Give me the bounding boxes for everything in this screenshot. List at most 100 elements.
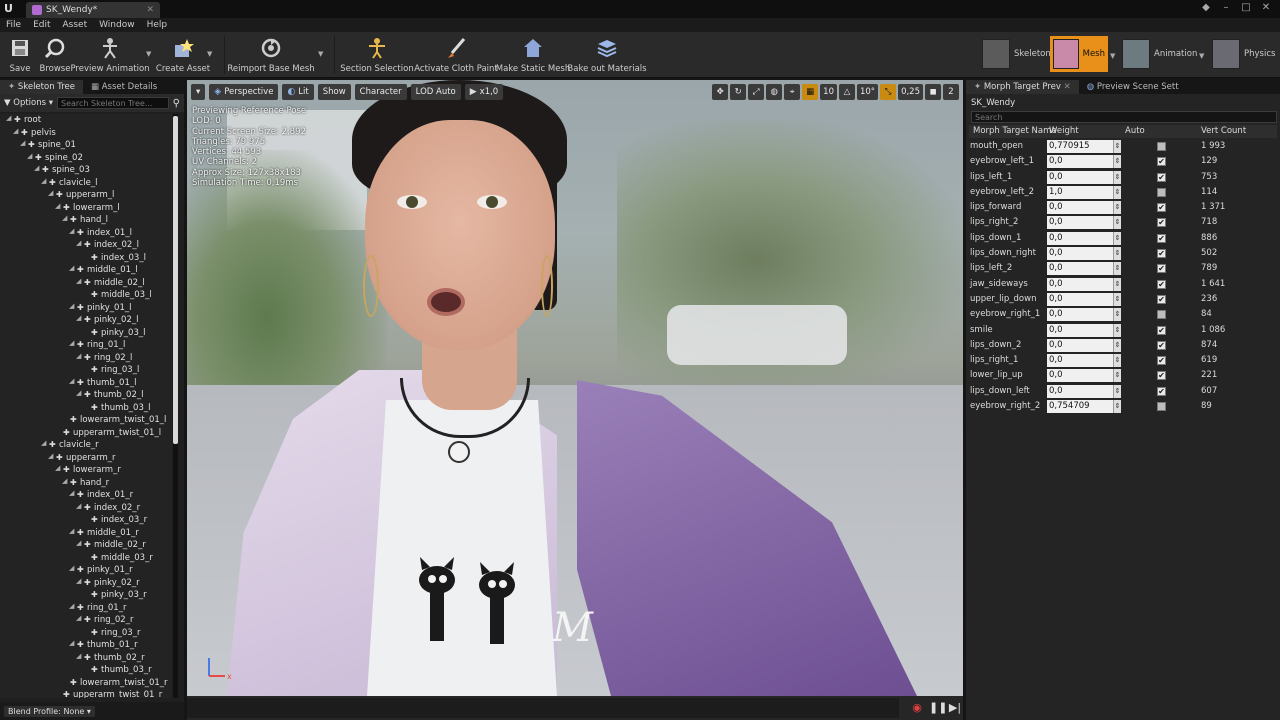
close-tab-icon[interactable]: ✕ [146,5,154,15]
bone-row[interactable]: ◢ ✚ ring_01_l [0,339,172,352]
create-asset-dropdown-icon[interactable]: ▼ [207,50,212,58]
character-button[interactable]: Character [354,84,407,100]
minimize-icon[interactable]: – [1216,1,1236,15]
expand-arrow-icon[interactable]: ◢ [69,602,77,610]
tab-skeleton-tree[interactable]: ✦ Skeleton Tree [0,80,83,94]
morph-target-row[interactable]: lips_left_2 0,0 ⇕ ✔ 789 [969,261,1277,276]
auto-checkbox[interactable]: ✔ [1157,172,1166,182]
expand-arrow-icon[interactable]: ◢ [41,177,49,185]
weight-spinner-icon[interactable]: ⇕ [1113,292,1121,306]
expand-arrow-icon[interactable]: ◢ [48,452,56,460]
weight-spinner-icon[interactable]: ⇕ [1113,155,1121,169]
morph-target-row[interactable]: eyebrow_right_2 0,754709⇕ ✔ 89 [969,399,1277,414]
bone-row[interactable]: ◢ ✚ lowerarm_l [0,202,172,215]
expand-arrow-icon[interactable]: ◢ [69,564,77,572]
expand-arrow-icon[interactable]: ◢ [69,302,77,310]
tree-scrollbar[interactable] [173,114,178,698]
weight-input[interactable]: 0,0 [1047,231,1113,245]
feedback-icon[interactable]: ◆ [1196,1,1216,15]
weight-input[interactable]: 0,0 [1047,262,1113,276]
morph-target-row[interactable]: lips_forward 0,0 ⇕ ✔ 1 371 [969,200,1277,215]
bone-row[interactable]: ✚ upperarm_twist_01_l [0,427,172,440]
expand-arrow-icon[interactable]: ◢ [76,502,84,510]
morph-target-row[interactable]: lips_down_left 0,0 ⇕ ✔ 607 [969,384,1277,399]
auto-checkbox[interactable]: ✔ [1157,402,1166,412]
bone-row[interactable]: ✚ lowerarm_twist_01_l [0,414,172,427]
grid-snap-icon[interactable]: ▦ [802,84,819,100]
animation-dropdown-icon[interactable]: ▼ [1199,52,1204,60]
morph-target-row[interactable]: lips_right_1 0,0 ⇕ ✔ 619 [969,353,1277,368]
bone-row[interactable]: ◢ ✚ index_02_l [0,239,172,252]
bone-row[interactable]: ◢ ✚ thumb_01_r [0,639,172,652]
weight-input[interactable]: 0,0 [1047,170,1113,184]
bake-out-materials-button[interactable]: Bake out Materials [567,34,647,76]
auto-checkbox[interactable]: ✔ [1157,386,1166,396]
bone-row[interactable]: ✚ lowerarm_twist_01_r [0,677,172,690]
morph-target-row[interactable]: lower_lip_up 0,0 ⇕ ✔ 221 [969,368,1277,383]
auto-checkbox[interactable]: ✔ [1157,233,1166,243]
weight-input[interactable]: 0,0 [1047,201,1113,215]
expand-arrow-icon[interactable]: ◢ [76,577,84,585]
morph-target-row[interactable]: lips_down_1 0,0 ⇕ ✔ 886 [969,231,1277,246]
tab-preview-scene-settings[interactable]: ◍ Preview Scene Sett [1079,80,1187,94]
auto-checkbox[interactable]: ✔ [1157,218,1166,228]
bone-row[interactable]: ◢ ✚ middle_01_r [0,527,172,540]
tab-morph-target-preview[interactable]: ✦ Morph Target Prev ✕ [966,80,1079,94]
bone-row[interactable]: ◢ ✚ spine_03 [0,164,172,177]
weight-input[interactable]: 0,0 [1047,384,1113,398]
bone-row[interactable]: ◢ ✚ clavicle_l [0,177,172,190]
playback-speed-button[interactable]: ▶ x1,0 [464,84,504,100]
weight-input[interactable]: 0,0 [1047,354,1113,368]
bone-row[interactable]: ◢ ✚ thumb_02_r [0,652,172,665]
auto-checkbox[interactable]: ✔ [1157,294,1166,304]
bone-row[interactable]: ◢ ✚ upperarm_r [0,452,172,465]
bone-row[interactable]: ◢ ✚ index_01_l [0,227,172,240]
reimport-base-mesh-button[interactable]: Reimport Base Mesh [227,34,315,76]
coordinate-space-icon[interactable]: ◍ [766,84,783,100]
expand-arrow-icon[interactable]: ◢ [62,477,70,485]
expand-arrow-icon[interactable]: ◢ [55,464,63,472]
bone-row[interactable]: ◢ ✚ pinky_01_r [0,564,172,577]
create-asset-button[interactable]: Create Asset [156,34,210,76]
rotation-snap-icon[interactable]: △ [838,84,855,100]
rotation-snap-value[interactable]: 10° [856,84,879,100]
scale-snap-value[interactable]: 0,25 [898,84,923,100]
weight-spinner-icon[interactable]: ⇕ [1113,323,1121,337]
expand-arrow-icon[interactable]: ◢ [69,264,77,272]
options-button[interactable]: ▼ Options ▾ [4,98,53,108]
morph-target-row[interactable]: jaw_sideways 0,0 ⇕ ✔ 1 641 [969,277,1277,292]
animation-mode-button[interactable]: Animation [1122,36,1197,72]
bone-row[interactable]: ✚ ring_03_r [0,627,172,640]
morph-target-row[interactable]: smile 0,0 ⇕ ✔ 1 086 [969,323,1277,338]
mesh-dropdown-icon[interactable]: ▼ [1110,52,1115,60]
column-header-name[interactable]: Morph Target Name [973,125,1057,138]
weight-input[interactable]: 0,0 [1047,216,1113,230]
menu-edit[interactable]: Edit [33,18,50,32]
morph-target-row[interactable]: lips_left_1 0,0 ⇕ ✔ 753 [969,170,1277,185]
expand-arrow-icon[interactable]: ◢ [76,277,84,285]
perspective-button[interactable]: ◈ Perspective [209,84,279,100]
weight-spinner-icon[interactable]: ⇕ [1113,354,1121,368]
bone-row[interactable]: ◢ ✚ lowerarm_r [0,464,172,477]
morph-search-input[interactable] [971,111,1277,123]
expand-arrow-icon[interactable]: ◢ [55,202,63,210]
tree-scrollbar-thumb[interactable] [173,116,178,444]
weight-spinner-icon[interactable]: ⇕ [1113,308,1121,322]
menu-window[interactable]: Window [99,18,135,32]
bone-row[interactable]: ◢ ✚ upperarm_l [0,189,172,202]
morph-target-row[interactable]: eyebrow_right_1 0,0⇕ ✔ 84 [969,307,1277,322]
weight-spinner-icon[interactable]: ⇕ [1113,262,1121,276]
bone-row[interactable]: ◢ ✚ spine_02 [0,152,172,165]
bone-row[interactable]: ◢ ✚ index_02_r [0,502,172,515]
auto-checkbox[interactable]: ✔ [1157,310,1166,320]
weight-input[interactable]: 0,0 [1047,338,1113,352]
expand-arrow-icon[interactable]: ◢ [69,377,77,385]
physics-mode-button[interactable]: Physics [1212,36,1275,72]
weight-input[interactable]: 0,0 [1047,247,1113,261]
translate-icon[interactable]: ✥ [712,84,729,100]
auto-checkbox[interactable]: ✔ [1157,340,1166,350]
maximize-icon[interactable]: □ [1236,1,1256,15]
expand-arrow-icon[interactable]: ◢ [69,527,77,535]
weight-spinner-icon[interactable]: ⇕ [1113,170,1121,184]
expand-arrow-icon[interactable]: ◢ [69,227,77,235]
